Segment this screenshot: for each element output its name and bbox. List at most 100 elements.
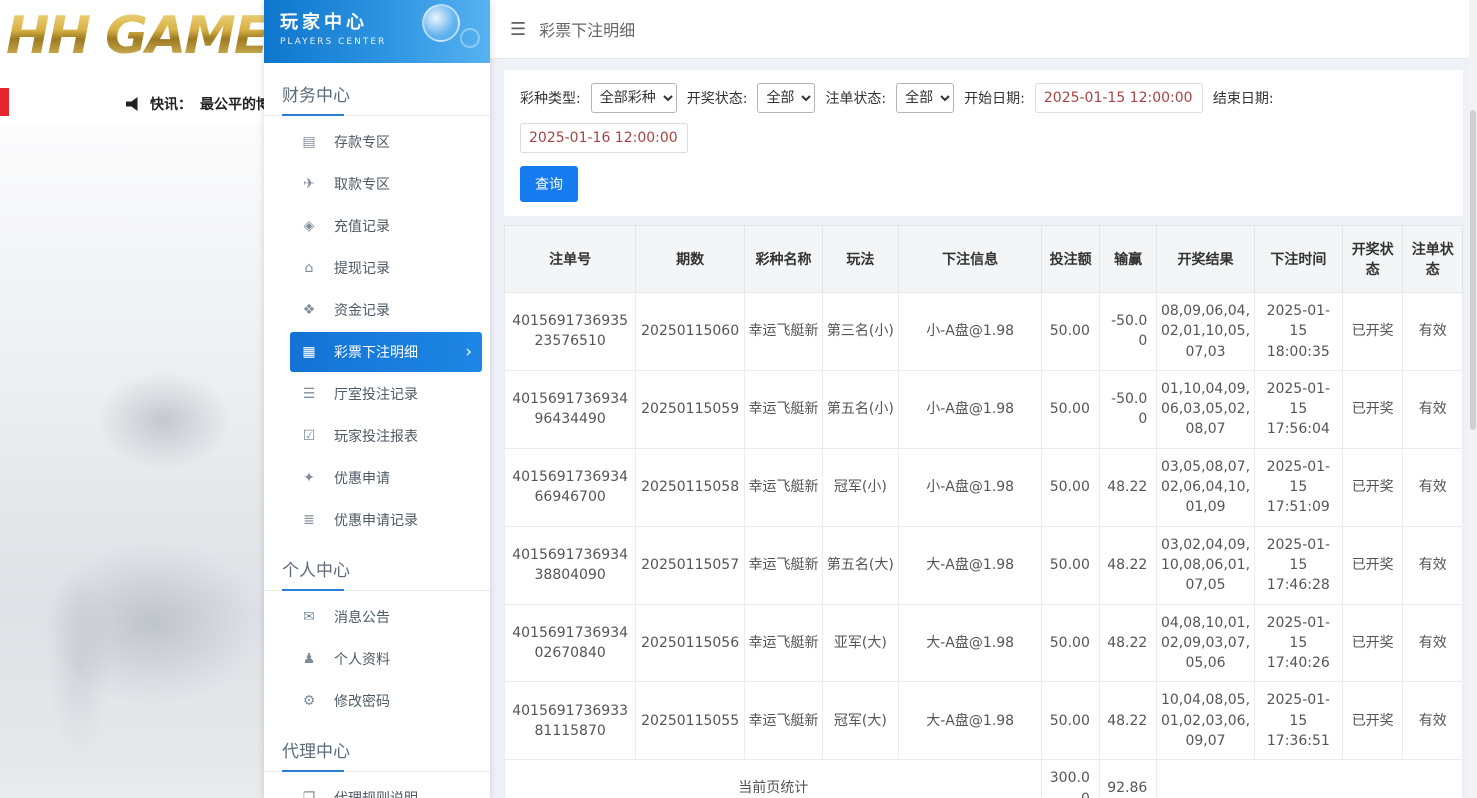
sidebar-item-label: 提现记录 <box>334 261 390 277</box>
cell-play-type: 亚军(大) <box>821 603 899 683</box>
app-root: HH GAME 快讯： 最公平的博 玩家中心 PLAYERS CENTER 财务… <box>0 0 1477 798</box>
page-scrollbar[interactable] <box>1469 0 1477 798</box>
topbar: ☰ 彩票下注明细 <box>490 0 1477 59</box>
cell-play-type: 第三名(小) <box>821 292 899 371</box>
main-area: ☰ 彩票下注明细 彩种类型: 全部彩种 开奖状态: 全部 注单状态: 全部 开始… <box>490 0 1477 798</box>
sidebar-item-promo-apply[interactable]: ✦ 优惠申请 <box>290 458 482 498</box>
bets-table-body: 401569173693523576510 20250115060 幸运飞艇新 第三名… <box>503 292 1463 798</box>
lottery-detail-icon: ▦ <box>302 344 316 360</box>
cell-draw-result: 08,09,06,04,02,01,10,05,07,03 <box>1156 292 1255 371</box>
sidebar-item-label: 资金记录 <box>334 303 390 319</box>
cell-play-type: 第五名(大) <box>821 525 899 605</box>
content: 彩种类型: 全部彩种 开奖状态: 全部 注单状态: 全部 开始日期: 结束日期: <box>490 59 1477 798</box>
cell-draw-status: 已开奖 <box>1341 369 1404 449</box>
sidebar-item-agent-rules[interactable]: ❐ 代理规则说明 <box>290 778 482 798</box>
cell-bet-time: 2025-01-15 17:46:28 <box>1253 525 1343 605</box>
sidebar-item-hall-bet-records[interactable]: ☰ 厅室投注记录 <box>290 374 482 414</box>
agent-rules-doc-icon: ❐ <box>302 790 316 798</box>
chevron-right-icon: › <box>465 341 472 362</box>
sidebar-section-title: 个人中心 <box>264 542 490 591</box>
cell-bet-amount: 50.00 <box>1041 681 1100 761</box>
table-row: 401569173693496434490 20250115059 幸运飞艇新 第五名… <box>503 369 1463 449</box>
profile-person-icon: ♟ <box>302 651 316 667</box>
scrollbar-thumb[interactable] <box>1470 110 1476 430</box>
table-row: 401569173693381115870 20250115055 幸运飞艇新 冠军(… <box>503 681 1463 761</box>
summary-empty-cell <box>1156 759 1463 798</box>
column-header-order-status: 注单状态 <box>1402 225 1463 293</box>
sidebar-item-label: 修改密码 <box>334 694 390 710</box>
sidebar-item-label: 存款专区 <box>334 135 390 151</box>
site-logo: HH GAME <box>6 6 264 66</box>
red-accent-bar <box>0 88 9 116</box>
end-date-input[interactable] <box>520 123 688 153</box>
sidebar-item-label: 代理规则说明 <box>334 788 418 798</box>
cell-draw-result: 01,10,04,09,06,03,05,02,08,07 <box>1156 369 1255 449</box>
sidebar-item-withdrawal-records[interactable]: ⌂ 提现记录 <box>290 248 482 288</box>
funds-icon: ❖ <box>302 302 316 318</box>
cell-bet-id: 401569173693523576510 <box>503 292 637 371</box>
sidebar-item-lottery-bet-details[interactable]: ▦ 彩票下注明细 › <box>290 332 482 372</box>
sidebar-item-recharge-records[interactable]: ◈ 充值记录 <box>290 206 482 246</box>
cell-bet-time: 2025-01-15 17:56:04 <box>1253 369 1343 449</box>
cell-period: 20250115058 <box>635 447 745 527</box>
draw-status-select[interactable]: 全部 <box>757 83 816 113</box>
column-header-play-type: 玩法 <box>821 225 899 293</box>
cell-win-loss: 48.22 <box>1098 447 1158 527</box>
cell-bet-info: 小-A盘@1.98 <box>897 447 1043 527</box>
cell-bet-time: 2025-01-15 17:40:26 <box>1253 603 1343 683</box>
sidebar-item-messages[interactable]: ✉ 消息公告 <box>290 597 482 637</box>
filter-row: 彩种类型: 全部彩种 开奖状态: 全部 注单状态: 全部 开始日期: 结束日期: <box>520 83 1447 153</box>
menu-toggle-icon[interactable]: ☰ <box>510 19 526 40</box>
cell-play-type: 第五名(小) <box>821 369 899 449</box>
page-title: 彩票下注明细 <box>539 21 636 40</box>
start-date-label: 开始日期: <box>964 91 1025 107</box>
ball-decoration-icon <box>422 4 460 42</box>
sidebar-item-deposit-zone[interactable]: ▤ 存款专区 <box>290 122 482 162</box>
promo-records-icon: ≣ <box>303 512 315 528</box>
sidebar-item-funds-records[interactable]: ❖ 资金记录 <box>290 290 482 330</box>
sidebar-item-withdraw-zone[interactable]: ✈ 取款专区 <box>290 164 482 204</box>
table-row: 401569173693523576510 20250115060 幸运飞艇新 第三名… <box>503 292 1463 371</box>
speaker-icon <box>126 97 138 111</box>
cell-play-type: 冠军(小) <box>821 447 899 527</box>
news-ticker: 快讯： 最公平的博 <box>126 94 264 114</box>
cell-draw-result: 03,02,04,09,10,08,06,01,07,05 <box>1156 525 1255 605</box>
summary-win-loss-total: 92.86 <box>1098 759 1158 798</box>
cell-win-loss: 48.22 <box>1098 603 1158 683</box>
sidebar-nav: 财务中心 ▤ 存款专区 ✈ 取款专区 ◈ 充值记录 ⌂ 提现记录 ❖ 资金记录 ▦ 彩票下注明细 › ☰ 厅室… <box>264 63 490 798</box>
withdrawal-record-icon: ⌂ <box>304 260 314 276</box>
capitol-photo-background <box>0 124 264 798</box>
sidebar-item-label: 个人资料 <box>334 652 390 668</box>
column-header-draw-result: 开奖结果 <box>1156 225 1255 293</box>
bets-table-panel: 注单号 期数 彩种名称 玩法 下注信息 投注额 输赢 开奖结果 下注时间 开奖状态 注单状态 401… <box>503 225 1463 798</box>
ticker-text: 最公平的博 <box>200 97 264 113</box>
column-header-win-loss: 输赢 <box>1098 225 1158 293</box>
query-button[interactable]: 查询 <box>520 166 578 202</box>
sidebar-item-change-password[interactable]: ⚙ 修改密码 <box>290 681 482 721</box>
cell-order-status: 有效 <box>1402 681 1463 761</box>
sidebar-item-label: 消息公告 <box>334 610 390 626</box>
sidebar-section-title: 财务中心 <box>264 67 490 116</box>
sidebar-item-profile[interactable]: ♟ 个人资料 <box>290 639 482 679</box>
sidebar-item-player-bet-report[interactable]: ☑ 玩家投注报表 <box>290 416 482 456</box>
cell-bet-amount: 50.00 <box>1041 369 1100 449</box>
cell-win-loss: -50.00 <box>1098 369 1158 449</box>
cell-order-status: 有效 <box>1402 292 1463 371</box>
column-header-bet-id: 注单号 <box>503 225 637 293</box>
column-header-bet-time: 下注时间 <box>1253 225 1343 293</box>
cell-bet-info: 大-A盘@1.98 <box>897 603 1043 683</box>
recharge-drop-icon: ◈ <box>303 218 315 234</box>
cell-bet-amount: 50.00 <box>1041 292 1100 371</box>
order-status-select[interactable]: 全部 <box>896 83 955 113</box>
sidebar-subtitle: PLAYERS CENTER <box>280 37 387 47</box>
end-date-label: 结束日期: <box>1212 91 1274 107</box>
cell-order-status: 有效 <box>1402 369 1463 449</box>
cell-bet-amount: 50.00 <box>1041 525 1100 605</box>
start-date-input[interactable] <box>1034 83 1203 113</box>
table-row: 401569173693466946700 20250115058 幸运飞艇新 冠军(… <box>503 447 1463 527</box>
lottery-type-select[interactable]: 全部彩种 <box>590 83 677 113</box>
ball-decoration-icon <box>460 28 480 48</box>
cell-bet-time: 2025-01-15 17:51:09 <box>1253 447 1343 527</box>
sidebar-item-promo-apply-records[interactable]: ≣ 优惠申请记录 <box>290 500 482 540</box>
withdraw-send-icon: ✈ <box>303 176 315 192</box>
